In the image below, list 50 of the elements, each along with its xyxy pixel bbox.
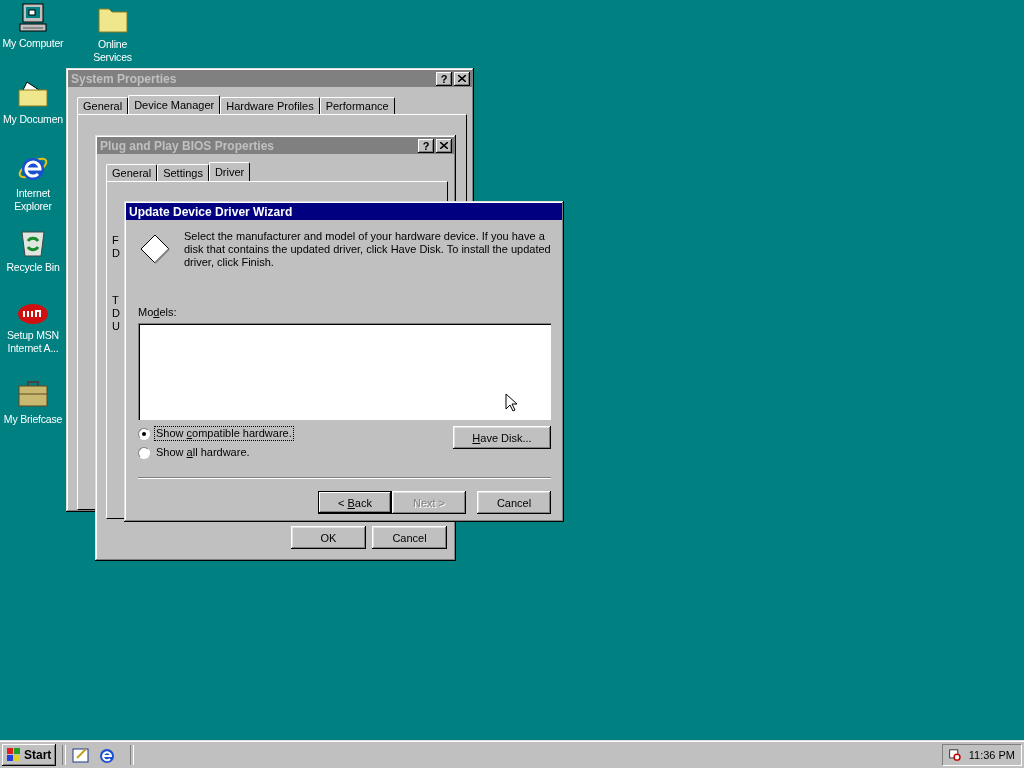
dialog-button[interactable]: Cancel	[372, 526, 447, 549]
close-button[interactable]	[436, 138, 452, 153]
diamond-icon	[140, 234, 170, 264]
instruction-text: Select the manufacturer and model of your hardware device. If you have a disk that contains the updated driver, click Have Disk. To install the updated driver, click Finish.	[184, 230, 551, 269]
msn-icon[interactable]	[17, 302, 49, 326]
tab[interactable]: General	[77, 97, 129, 114]
window-title: System Properties	[71, 71, 177, 86]
help-button[interactable]: ?	[418, 138, 434, 153]
models-list[interactable]	[138, 323, 551, 420]
window-title: Plug and Play BIOS Properties	[100, 138, 275, 153]
start-button[interactable]: Start	[2, 744, 56, 766]
partial-text: D	[112, 247, 120, 260]
partial-text: D	[112, 307, 120, 320]
partial-text: T	[112, 294, 120, 307]
radio-button[interactable]	[138, 446, 150, 459]
icon-label[interactable]: My Briefcase	[3, 413, 63, 426]
window-title: Update Device Driver Wizard	[129, 204, 293, 219]
wizard-button[interactable]: < Back	[318, 491, 392, 514]
icon-label[interactable]: My Documen	[3, 113, 63, 126]
scheduler-icon[interactable]	[949, 747, 961, 763]
icon-label[interactable]: Setup MSN Internet A...	[0, 329, 66, 355]
cursor-icon	[505, 393, 517, 412]
windows-logo-icon	[5, 748, 21, 762]
clock[interactable]: 11:36 PM	[968, 749, 1015, 761]
icon-label[interactable]: Recycle Bin	[6, 261, 60, 274]
radio-label[interactable]: Show compatible hardware.	[154, 426, 294, 441]
tab[interactable]: Hardware Profiles	[220, 97, 320, 114]
dialog-button[interactable]: OK	[291, 526, 366, 549]
tab[interactable]: Performance	[319, 97, 395, 114]
field-label: Models:	[138, 306, 178, 319]
browser-icon[interactable]	[98, 746, 116, 764]
tab[interactable]: Driver	[208, 162, 251, 181]
icon-label[interactable]: Online Services	[79, 37, 146, 64]
icon-label[interactable]: Internet Explorer	[0, 187, 66, 213]
tab[interactable]: General	[106, 164, 158, 181]
partial-text: F	[112, 234, 120, 247]
tab[interactable]: Device Manager	[128, 95, 221, 114]
radio-label[interactable]: Show all hardware.	[154, 445, 252, 460]
briefcase-icon[interactable]	[17, 378, 49, 410]
have-disk-button[interactable]: Have Disk...	[453, 426, 551, 449]
icon-label[interactable]: My Computer	[2, 37, 64, 50]
radio-button[interactable]	[138, 427, 150, 440]
help-button[interactable]: ?	[436, 71, 452, 86]
close-icon	[458, 75, 466, 82]
partial-text: U	[112, 320, 120, 333]
wizard-button[interactable]: Cancel	[477, 491, 551, 514]
computer-icon[interactable]	[17, 2, 49, 34]
close-button[interactable]	[454, 71, 470, 86]
tab[interactable]: Settings	[157, 164, 209, 181]
close-icon	[440, 142, 448, 149]
